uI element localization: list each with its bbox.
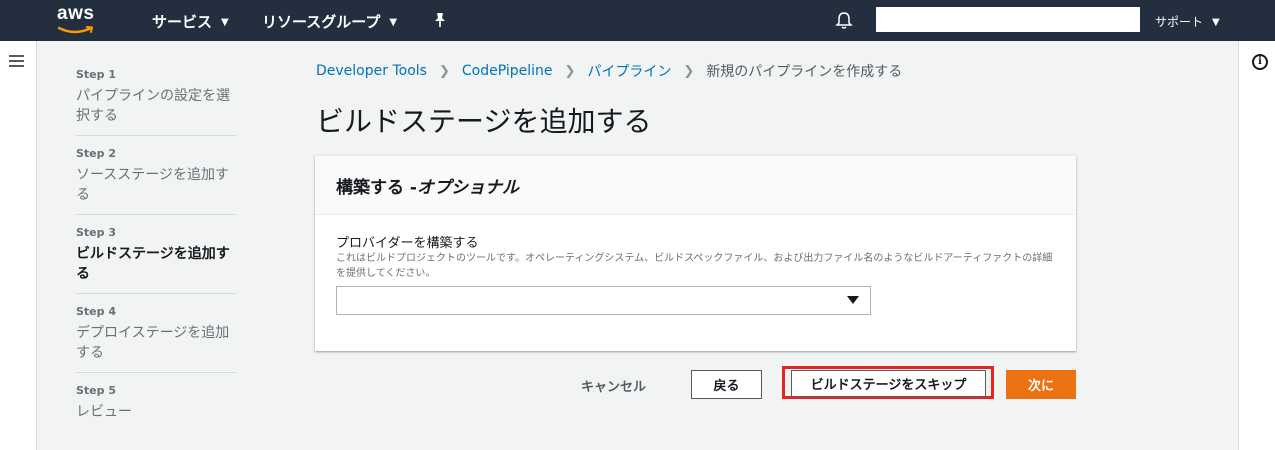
- chevron-down-icon: ▼: [389, 17, 398, 28]
- wizard-step: Step 2 ソースステージを追加する: [76, 147, 236, 215]
- breadcrumb: Developer Tools ❯ CodePipeline ❯ パイプライン …: [316, 61, 902, 81]
- cancel-button[interactable]: キャンセル: [573, 372, 654, 398]
- chevron-right-icon: ❯: [564, 63, 576, 79]
- build-panel: 構築する - オプショナル プロバイダーを構築する これはビルドプロジェクトのツ…: [315, 155, 1076, 351]
- build-provider-label: プロバイダーを構築する: [336, 236, 479, 251]
- breadcrumb-pipelines[interactable]: パイプライン: [587, 61, 671, 81]
- step-number: Step 4: [76, 305, 116, 318]
- services-menu-label: サービス: [152, 13, 213, 31]
- step-link-1[interactable]: パイプラインの設定を選択する: [76, 86, 236, 126]
- panel-title-optional: オプショナル: [416, 177, 519, 198]
- chevron-right-icon: ❯: [683, 63, 695, 79]
- panel-header: 構築する - オプショナル: [315, 156, 1076, 215]
- panel-title: 構築する -: [336, 177, 417, 198]
- right-rail: i: [1238, 41, 1275, 450]
- aws-logo-text: aws: [57, 3, 95, 24]
- top-navigation: aws サービス ▼ リソースグループ ▼ サポート ▼: [0, 0, 1275, 41]
- hamburger-icon[interactable]: [9, 55, 24, 67]
- info-icon[interactable]: i: [1252, 54, 1268, 70]
- step-number: Step 2: [76, 147, 116, 160]
- caret-down-icon: [847, 296, 859, 304]
- wizard-step: Step 5 レビュー: [76, 384, 236, 431]
- wizard-step-current: Step 3 ビルドステージを追加する: [76, 226, 236, 294]
- breadcrumb-codepipeline[interactable]: CodePipeline: [462, 63, 553, 79]
- chevron-right-icon: ❯: [438, 63, 450, 79]
- step-link-5[interactable]: レビュー: [76, 402, 236, 422]
- step-number: Step 1: [76, 68, 116, 81]
- step-title-current: ビルドステージを追加する: [76, 246, 230, 282]
- breadcrumb-current: 新規のパイプラインを作成する: [706, 64, 903, 80]
- step-number: Step 5: [76, 384, 116, 397]
- left-rail: [0, 41, 37, 450]
- build-provider-description: これはビルドプロジェクトのツールです。オペレーティングシステム、ビルドスペックフ…: [336, 253, 1053, 279]
- skip-build-stage-button[interactable]: ビルドステージをスキップ: [791, 370, 986, 397]
- resource-groups-menu[interactable]: リソースグループ ▼: [262, 11, 397, 32]
- chevron-down-icon: ▼: [221, 17, 229, 28]
- page-title: ビルドステージを追加する: [316, 105, 652, 138]
- build-provider-select[interactable]: [336, 286, 871, 315]
- breadcrumb-developer-tools[interactable]: Developer Tools: [316, 63, 427, 79]
- step-number: Step 3: [76, 226, 116, 239]
- bell-icon[interactable]: [835, 11, 853, 30]
- wizard-step: Step 1 パイプラインの設定を選択する: [76, 68, 236, 136]
- aws-smile-icon: [58, 26, 94, 34]
- aws-logo[interactable]: aws: [57, 3, 97, 37]
- wizard-step: Step 4 デプロイステージを追加する: [76, 305, 236, 373]
- chevron-down-icon: ▼: [1212, 17, 1220, 28]
- step-link-2[interactable]: ソースステージを追加する: [76, 165, 236, 205]
- next-button[interactable]: 次に: [1006, 370, 1076, 399]
- pin-icon[interactable]: [433, 12, 447, 28]
- support-menu-label: サポート: [1155, 15, 1204, 29]
- services-menu[interactable]: サービス ▼: [152, 11, 229, 32]
- resource-groups-menu-label: リソースグループ: [262, 13, 381, 31]
- support-menu[interactable]: サポート ▼: [1155, 13, 1220, 30]
- wizard-steps: Step 1 パイプラインの設定を選択する Step 2 ソースステージを追加す…: [76, 68, 236, 442]
- account-field[interactable]: [876, 7, 1140, 32]
- back-button[interactable]: 戻る: [691, 370, 762, 399]
- step-link-4[interactable]: デプロイステージを追加する: [76, 323, 236, 363]
